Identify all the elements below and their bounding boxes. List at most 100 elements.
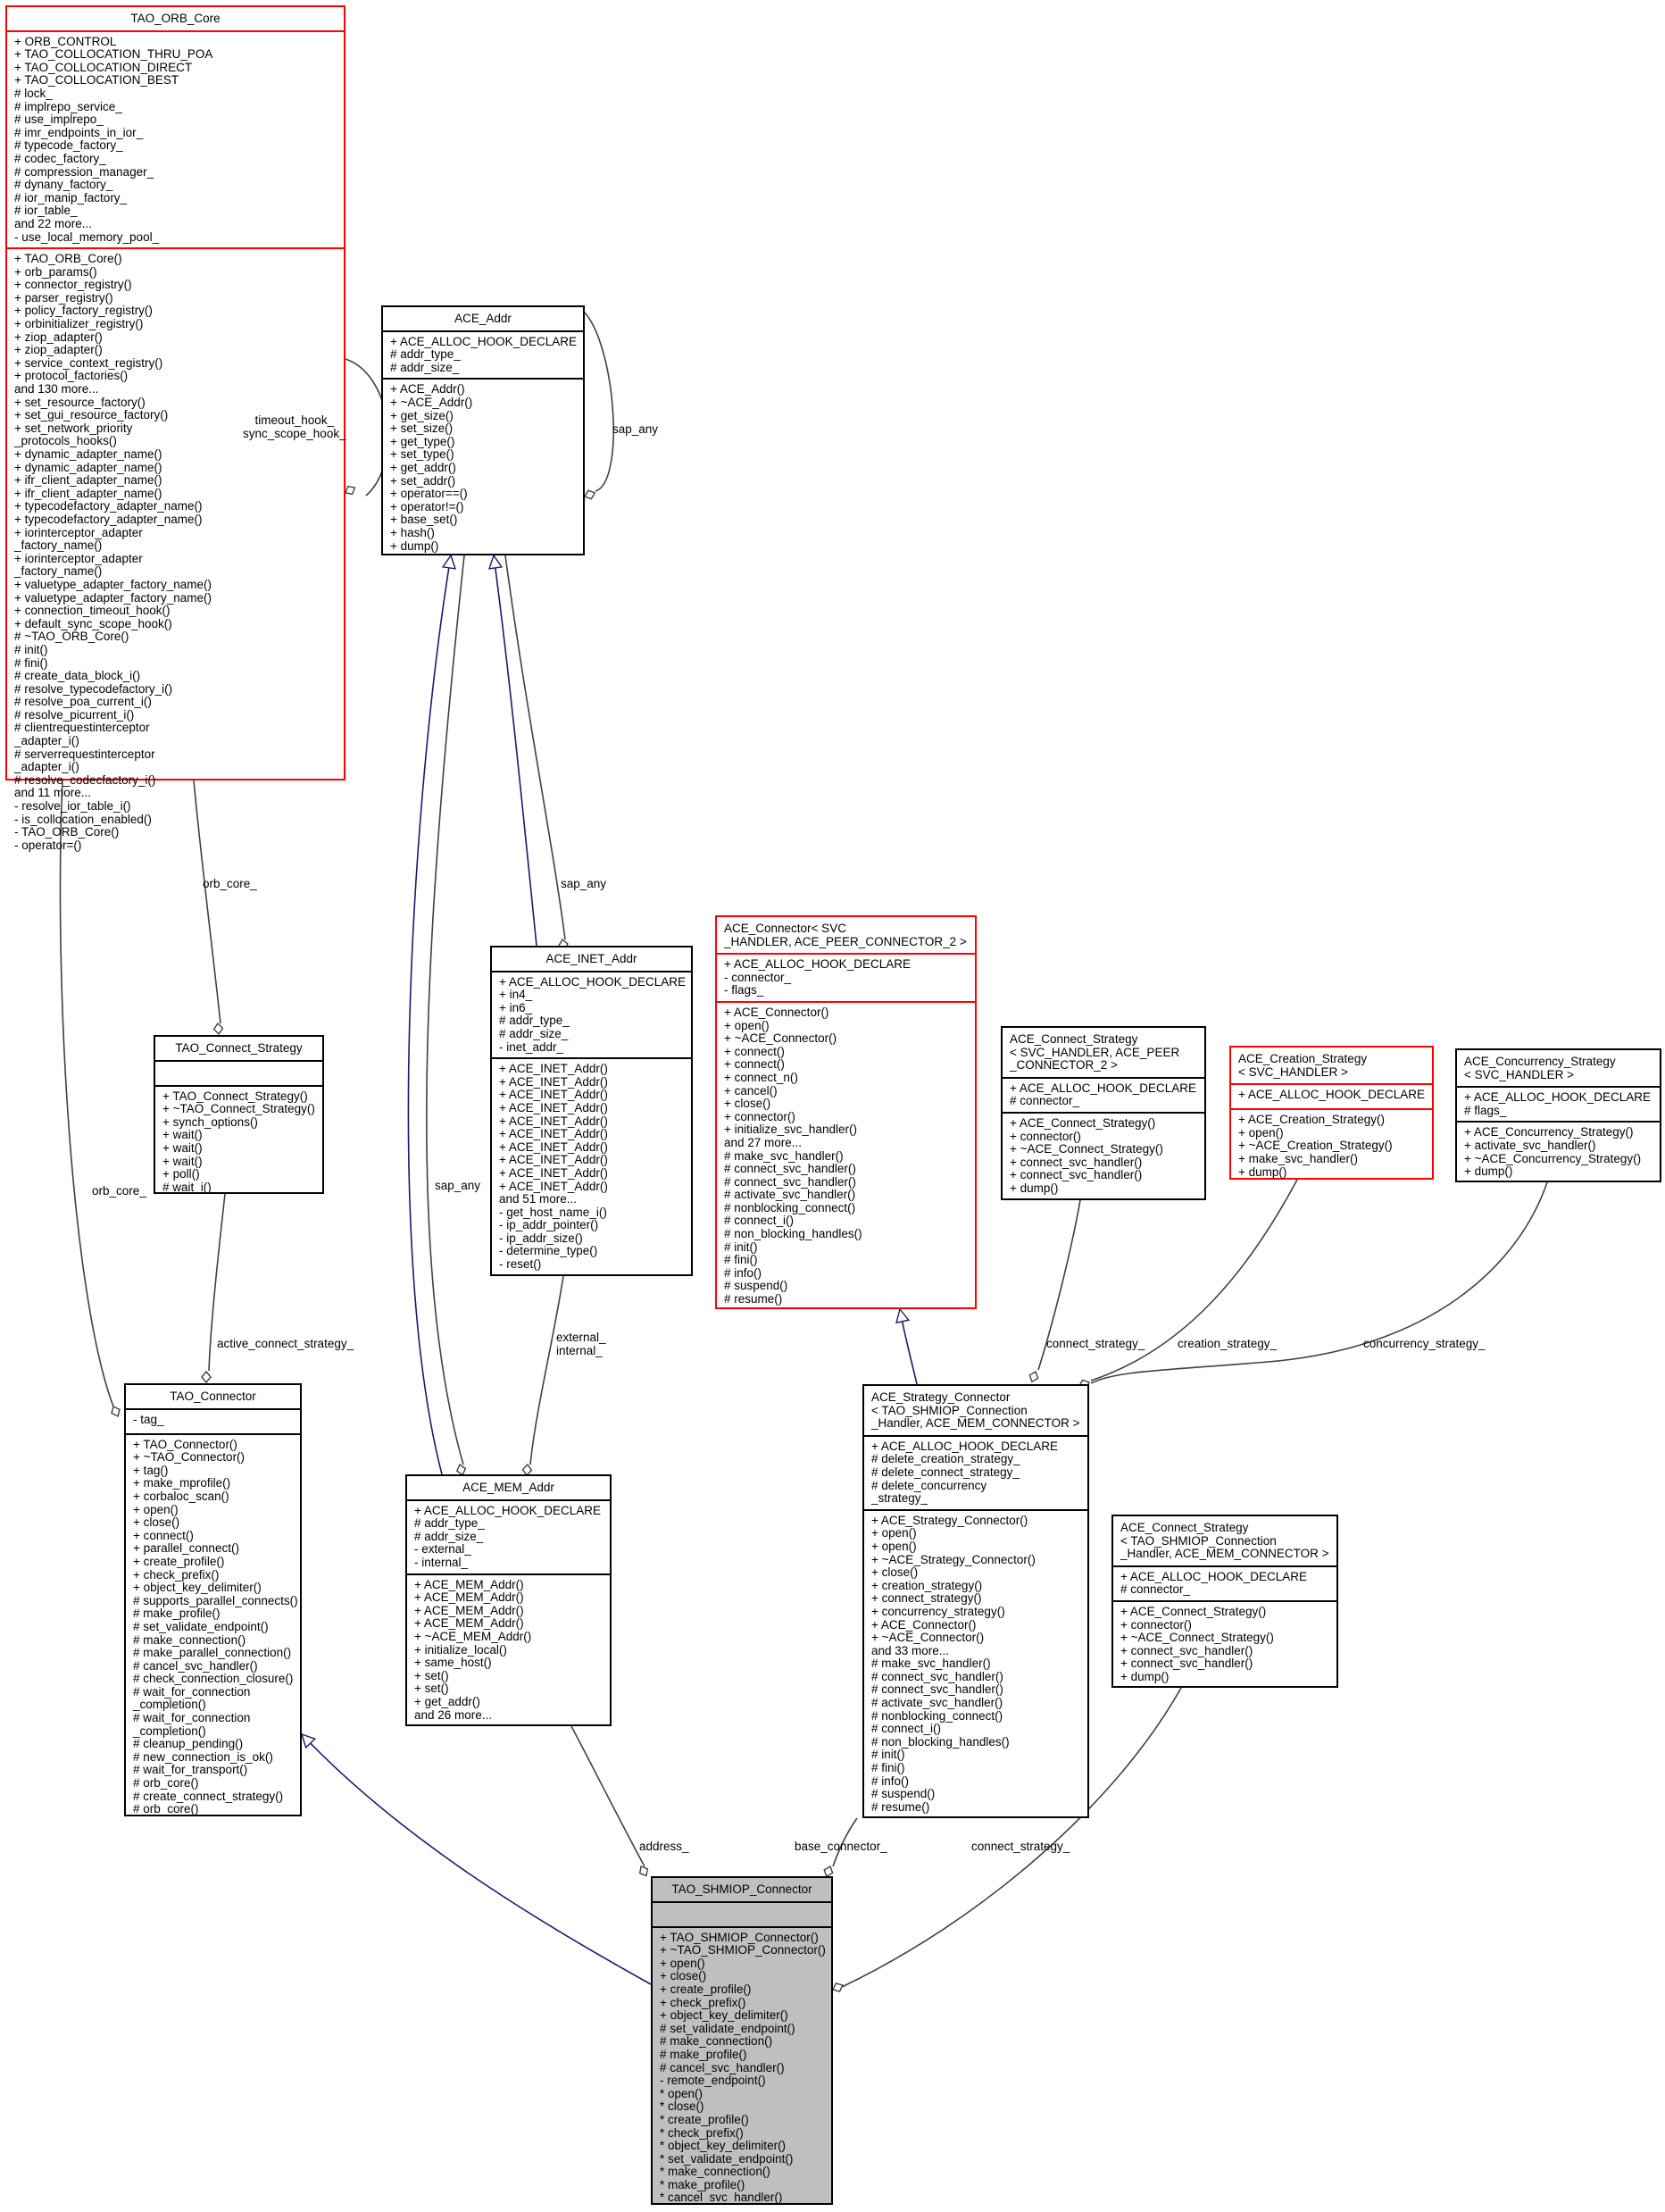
class-method: * object_key_delimiter() bbox=[660, 2139, 787, 2153]
class-method: - is_collocation_enabled() bbox=[14, 812, 152, 826]
class-method: * close() bbox=[660, 2099, 704, 2114]
class-method: + open() bbox=[660, 1956, 705, 1970]
class-ace-inet-addr[interactable]: ACE_INET_Addr + ACE_ALLOC_HOOK_DECLARE + i… bbox=[490, 946, 693, 1276]
class-method: # init() bbox=[724, 1240, 758, 1254]
class-method: + connector_registry() bbox=[14, 278, 132, 292]
class-method: + ACE_Addr() bbox=[390, 382, 465, 396]
class-method: - reset() bbox=[499, 1257, 542, 1272]
class-attribute: # imr_endpoints_in_ior_ bbox=[14, 125, 144, 139]
class-method: + ziop_adapter() bbox=[14, 343, 103, 357]
class-method: + dump() bbox=[1120, 1669, 1170, 1683]
class-method: _factory_name() bbox=[14, 564, 103, 579]
class-attributes-section: + ORB_CONTROL + TAO_COLLOCATION_THRU_POA +… bbox=[7, 29, 344, 248]
class-method: + base_set() bbox=[390, 513, 458, 527]
class-method: + open() bbox=[724, 1018, 770, 1032]
class-method: _completion() bbox=[133, 1724, 206, 1738]
class-attribute: # addr_type_ bbox=[390, 347, 461, 362]
class-method: + ACE_INET_Addr() bbox=[499, 1114, 608, 1128]
class-method: + iorinterceptor_adapter bbox=[14, 525, 143, 539]
class-method: # wait_for_connection bbox=[133, 1711, 251, 1725]
class-method: + TAO_ORB_Core() bbox=[14, 252, 122, 266]
class-attribute: # use_implrepo_ bbox=[14, 113, 104, 127]
class-title: ACE_Connector< SVC _HANDLER, ACE_PEER_CO… bbox=[724, 922, 967, 948]
class-method: # make_svc_handler() bbox=[724, 1148, 844, 1163]
class-tao-connector[interactable]: TAO_Connector - tag_ + TAO_Connector() + ~T… bbox=[124, 1383, 302, 1816]
class-method: and 26 more... bbox=[414, 1707, 493, 1722]
class-method: + get_type() bbox=[390, 434, 455, 448]
class-method: + typecodefactory_adapter_name() bbox=[14, 512, 203, 526]
class-ace-connector[interactable]: ACE_Connector< SVC _HANDLER, ACE_PEER_CO… bbox=[715, 915, 977, 1309]
class-title: TAO_SHMIOP_Connector bbox=[671, 1882, 812, 1896]
class-method: + tag() bbox=[133, 1463, 169, 1477]
class-attribute: + ACE_ALLOC_HOOK_DECLARE bbox=[499, 974, 686, 989]
class-attribute: and 22 more... bbox=[14, 216, 93, 230]
class-attribute: # codec_factory_ bbox=[14, 151, 106, 165]
class-method: - get_host_name_i() bbox=[499, 1205, 607, 1219]
class-method: - resolve_ior_table_i() bbox=[14, 799, 131, 814]
class-method: + ~ACE_MEM_Addr() bbox=[414, 1629, 532, 1643]
class-attribute: # addr_size_ bbox=[499, 1026, 569, 1040]
class-method: # make_svc_handler() bbox=[871, 1657, 991, 1671]
class-method: # wait_for_transport() bbox=[133, 1763, 248, 1777]
class-ace-concurrency-strategy[interactable]: ACE_Concurrency_Strategy < SVC_HANDLER >… bbox=[1455, 1048, 1661, 1182]
class-methods-section: + ACE_Creation_Strategy() + open() + ~ACE_… bbox=[1231, 1108, 1432, 1182]
class-method: # cancel_svc_handler() bbox=[133, 1658, 258, 1673]
edge-label-creation-strategy: creation_strategy_ bbox=[1178, 1337, 1278, 1350]
class-ace-strategy-connector[interactable]: ACE_Strategy_Connector < TAO_SHMIOP_Conn… bbox=[862, 1384, 1089, 1818]
class-method: + connect() bbox=[724, 1057, 785, 1072]
class-method: * cancel_svc_handler() bbox=[660, 2191, 783, 2205]
class-ace-creation-strategy[interactable]: ACE_Creation_Strategy < SVC_HANDLER > + A… bbox=[1229, 1046, 1434, 1180]
class-method: + ACE_INET_Addr() bbox=[499, 1165, 608, 1180]
edge-label-connect-strategy-svc: connect_strategy_ bbox=[1046, 1337, 1145, 1350]
class-method: + ACE_INET_Addr() bbox=[499, 1088, 608, 1102]
class-attribute: # ior_manip_factory_ bbox=[14, 190, 128, 205]
class-attributes-section bbox=[653, 1900, 831, 1926]
class-method: # new_connection_is_ok() bbox=[133, 1749, 273, 1764]
inheritance-arrow bbox=[895, 1307, 911, 1324]
class-attribute: + ORB_CONTROL bbox=[14, 34, 117, 48]
class-method: + creation_strategy() bbox=[871, 1578, 983, 1592]
class-attributes-section: + ACE_ALLOC_HOOK_DECLARE # addr_type_ # ad… bbox=[383, 330, 583, 379]
class-method: + ACE_Creation_Strategy() bbox=[1238, 1113, 1385, 1127]
class-method: + set() bbox=[414, 1682, 449, 1696]
class-attribute: + TAO_COLLOCATION_DIRECT bbox=[14, 60, 193, 74]
class-method: # suspend() bbox=[871, 1787, 936, 1801]
class-method: + default_sync_scope_hook() bbox=[14, 616, 172, 630]
class-method: + ACE_Concurrency_Strategy() bbox=[1464, 1125, 1634, 1139]
class-ace-connect-strategy-shmiop[interactable]: ACE_Connect_Strategy < TAO_SHMIOP_Connec… bbox=[1111, 1515, 1338, 1688]
class-tao-orb-core[interactable]: TAO_ORB_Core + ORB_CONTROL + TAO_COLLOCATI… bbox=[5, 5, 345, 851]
edge-label-orb-core-strategy: orb_core_ bbox=[203, 877, 257, 890]
edge-label-address: address_ bbox=[639, 1840, 689, 1853]
class-method: + policy_factory_registry() bbox=[14, 304, 153, 318]
class-ace-addr[interactable]: ACE_Addr + ACE_ALLOC_HOOK_DECLARE # addr_t… bbox=[381, 305, 585, 555]
class-method: + check_prefix() bbox=[660, 1995, 746, 2009]
class-attribute: # connector_ bbox=[1010, 1094, 1080, 1108]
class-attribute: - external_ bbox=[414, 1542, 471, 1557]
class-method: + get_addr() bbox=[414, 1694, 480, 1708]
class-method: # connect_svc_handler() bbox=[871, 1682, 1003, 1697]
class-attribute: + ACE_ALLOC_HOOK_DECLARE bbox=[724, 957, 911, 972]
class-method: # init() bbox=[14, 642, 48, 656]
class-method: # connect_i() bbox=[871, 1722, 942, 1736]
class-ace-mem-addr[interactable]: ACE_MEM_Addr + ACE_ALLOC_HOOK_DECLARE # ad… bbox=[405, 1474, 612, 1726]
class-method: and 130 more... bbox=[14, 382, 99, 396]
class-method: - remote_endpoint() bbox=[660, 2074, 766, 2088]
class-tao-shmiop-connector[interactable]: TAO_SHMIOP_Connector + TAO_SHMIOP_Connect… bbox=[651, 1876, 833, 2205]
class-method: - operator=() bbox=[14, 838, 82, 852]
class-method: # wait_for_connection bbox=[133, 1684, 251, 1699]
class-attribute: # delete_concurrency bbox=[871, 1478, 987, 1492]
class-ace-connect-strategy-svc[interactable]: ACE_Connect_Strategy < SVC_HANDLER, ACE_… bbox=[1001, 1026, 1206, 1200]
class-method: + valuetype_adapter_factory_name() bbox=[14, 577, 212, 591]
class-method: + ACE_MEM_Addr() bbox=[414, 1590, 524, 1605]
class-method: + ~ACE_Connector() bbox=[871, 1631, 985, 1645]
class-method: + service_context_registry() bbox=[14, 355, 163, 370]
class-method: + ACE_INET_Addr() bbox=[499, 1062, 608, 1076]
class-method: + dump() bbox=[390, 538, 439, 553]
class-method: + ACE_Connector() bbox=[871, 1617, 977, 1632]
class-method: # make_parallel_connection() bbox=[133, 1646, 292, 1660]
edge-label-orb-core-connector: orb_core_ bbox=[92, 1184, 146, 1198]
class-method: # orb_core() bbox=[133, 1802, 199, 1816]
class-method: + ACE_Connect_Strategy() bbox=[1120, 1604, 1267, 1618]
class-method: # activate_svc_handler() bbox=[871, 1696, 1003, 1710]
class-tao-connect-strategy[interactable]: TAO_Connect_Strategy + TAO_Connect_Strate… bbox=[154, 1035, 324, 1194]
